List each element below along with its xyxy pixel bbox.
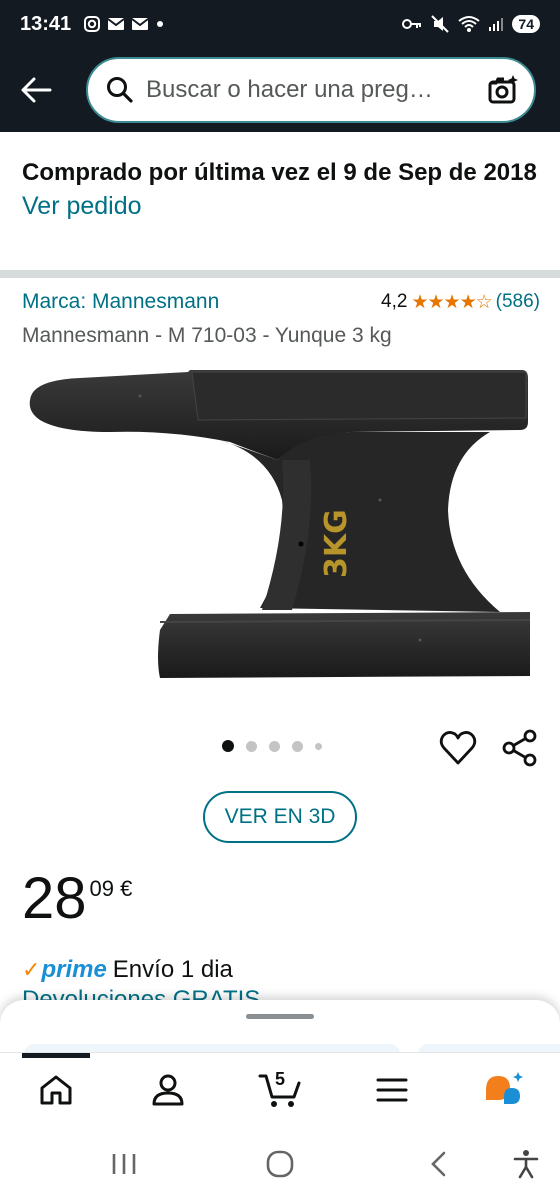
camera-search-icon[interactable]: [486, 73, 520, 107]
nav-home[interactable]: [0, 1053, 112, 1126]
product-image-weight-label: 3KG: [319, 509, 354, 578]
home-system-button[interactable]: [262, 1146, 298, 1182]
price: 28 09 €: [22, 866, 132, 932]
price-whole: 28: [22, 866, 87, 931]
last-purchased-banner: Comprado por última vez el 9 de Sep de 2…: [0, 132, 560, 278]
wifi-icon: [458, 16, 481, 32]
home-icon: [40, 1075, 72, 1104]
system-nav-bar: [0, 1126, 560, 1200]
prime-check-icon: ✓: [22, 957, 41, 982]
search-icon: [107, 77, 133, 103]
key-icon: [402, 19, 422, 29]
system-back-button[interactable]: [420, 1146, 456, 1182]
instagram-icon: [84, 16, 101, 32]
shipping-text: Envío 1 dia: [112, 956, 233, 983]
notification-icons: [83, 15, 165, 33]
recent-apps-icon: [112, 1154, 136, 1174]
carousel-dot[interactable]: [222, 740, 234, 752]
prime-shipping-row: ✓ prime Envío 1 dia: [22, 956, 233, 984]
prime-logo: prime: [41, 956, 107, 983]
brand-rating-row: Marca: Mannesmann 4,2 ★★★★☆ (586): [22, 290, 540, 314]
recent-apps-button[interactable]: [106, 1146, 142, 1182]
star-rating-icon: ★★★★☆: [411, 291, 492, 313]
back-button[interactable]: [16, 70, 56, 110]
view-in-3d-button[interactable]: VER EN 3D: [203, 791, 357, 843]
mail-icon: [107, 18, 125, 30]
dot-icon: [157, 21, 164, 27]
search-input[interactable]: [146, 76, 486, 104]
mute-icon: [431, 15, 450, 33]
carousel-dot[interactable]: [315, 742, 322, 750]
accessibility-icon: [513, 1150, 539, 1179]
battery-indicator: 74: [512, 15, 540, 33]
search-box[interactable]: [86, 57, 536, 123]
accessibility-button[interactable]: [508, 1146, 544, 1182]
heart-icon: [439, 731, 477, 765]
status-bar: 13:41 74: [0, 0, 560, 48]
share-button[interactable]: [500, 728, 540, 768]
product-image-anvil[interactable]: 3KG: [20, 360, 540, 690]
carousel-dot[interactable]: [292, 740, 303, 752]
menu-icon: [376, 1078, 408, 1101]
view-order-link[interactable]: Ver pedido: [22, 192, 142, 221]
bottom-nav: 5: [0, 1052, 560, 1126]
status-right: 74: [402, 14, 540, 34]
wishlist-button[interactable]: [438, 728, 478, 768]
chevron-left-icon: [431, 1151, 446, 1177]
nav-menu[interactable]: [336, 1053, 448, 1126]
review-count: (586): [495, 291, 540, 312]
last-purchased-text: Comprado por última vez el 9 de Sep de 2…: [22, 159, 537, 186]
brand-link[interactable]: Marca: Mannesmann: [22, 290, 219, 314]
signal-icon: [489, 18, 504, 31]
status-time: 13:41: [20, 12, 72, 35]
nav-account[interactable]: [112, 1053, 224, 1126]
rufus-icon: [486, 1071, 523, 1104]
cart-count-badge: 5: [275, 1069, 286, 1089]
search-header: [0, 48, 560, 132]
mail-icon-2: [131, 18, 149, 30]
image-carousel-dots[interactable]: [222, 740, 322, 752]
sheet-drag-handle[interactable]: [246, 1014, 314, 1019]
product-title: Mannesmann - M 710-03 - Yunque 3 kg: [22, 324, 392, 347]
nav-cart[interactable]: 5: [224, 1053, 336, 1126]
bottom-sheet: [0, 1000, 560, 1056]
carousel-dot[interactable]: [246, 740, 257, 752]
rating-summary[interactable]: 4,2 ★★★★☆ (586): [381, 291, 540, 314]
rating-value: 4,2: [381, 291, 408, 312]
circle-home-icon: [266, 1150, 294, 1178]
account-icon: [152, 1074, 184, 1105]
price-fraction: 09 €: [89, 876, 133, 901]
carousel-dot[interactable]: [269, 740, 280, 752]
back-arrow-icon: [21, 77, 52, 103]
share-icon: [502, 729, 537, 767]
nav-rufus[interactable]: [448, 1053, 560, 1126]
